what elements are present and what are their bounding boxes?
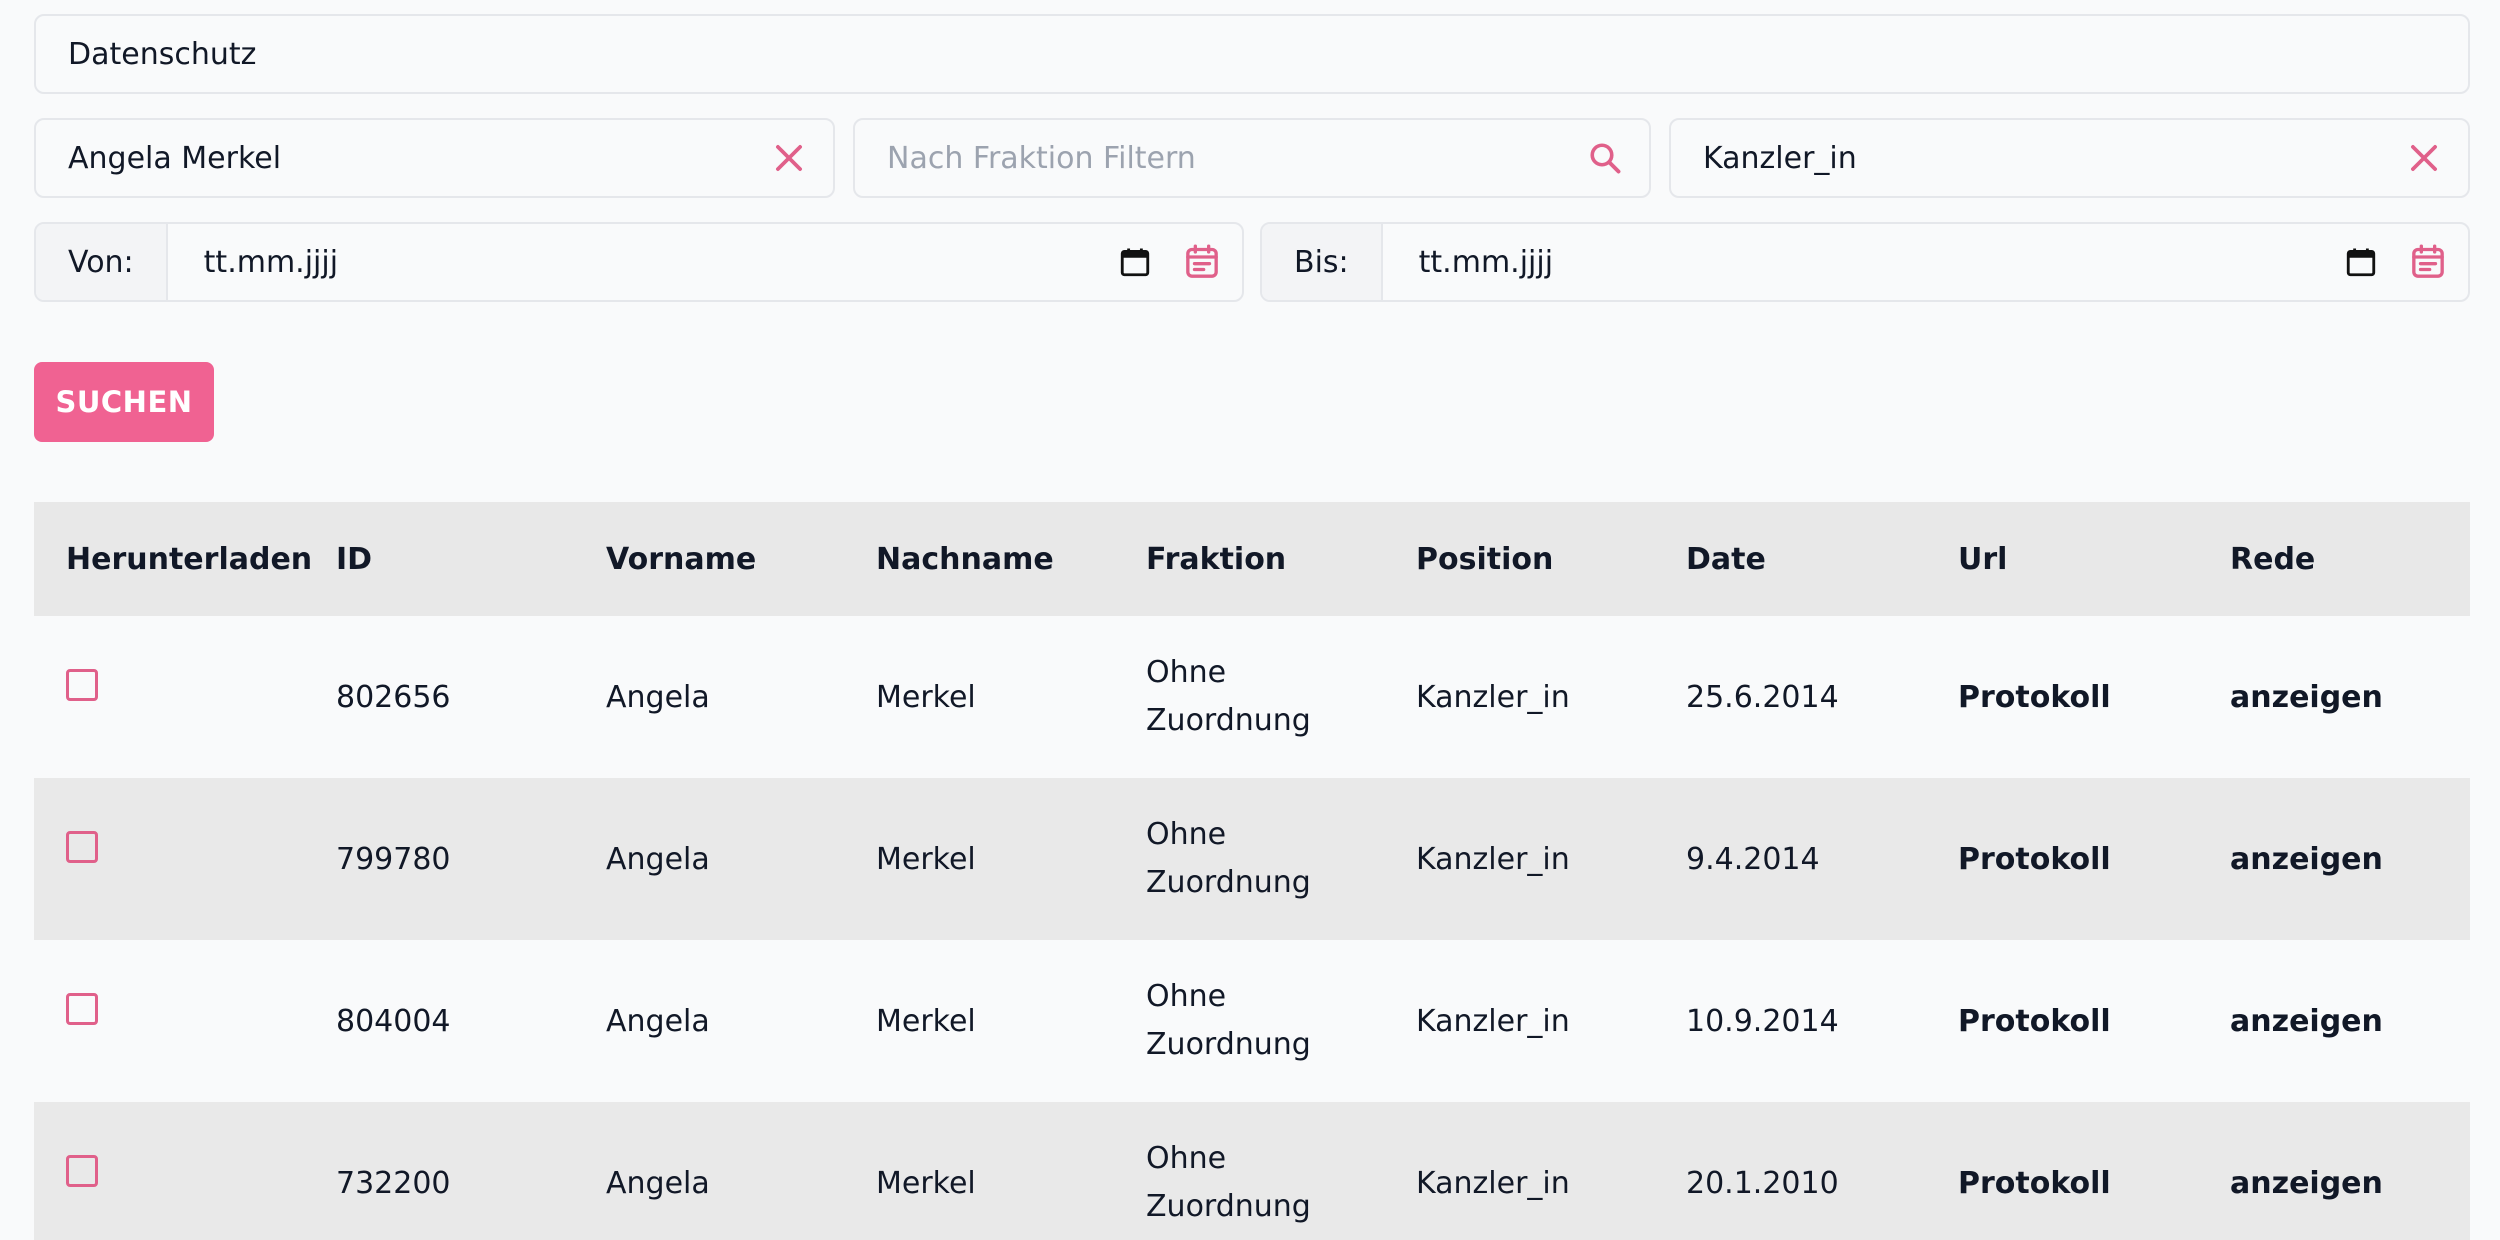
search-input-value: Datenschutz [68,36,257,72]
fraktion-filter-placeholder: Nach Fraktion Filtern [887,140,1196,176]
fraktion-filter-input[interactable]: Nach Fraktion Filtern [853,118,1651,198]
table-row: 802656 Angela Merkel Ohne Zuordnung Kanzl… [34,616,2470,778]
header-date[interactable]: Date [1654,542,1926,577]
cell-vorname: Angela [606,1003,710,1039]
cell-nachname: Merkel [876,1165,976,1201]
table-row: 799780 Angela Merkel Ohne Zuordnung Kanzl… [34,778,2470,940]
download-checkbox[interactable] [66,1155,98,1187]
table-header: Herunterladen ID Vorname Nachname Frakti… [34,502,2470,616]
table-row: 804004 Angela Merkel Ohne Zuordnung Kanzl… [34,940,2470,1102]
cell-date: 9.4.2014 [1686,841,1820,877]
calendar-icon[interactable] [2344,224,2378,300]
protokoll-link[interactable]: Protokoll [1926,842,2198,877]
protokoll-link[interactable]: Protokoll [1926,680,2198,715]
protokoll-link[interactable]: Protokoll [1926,1166,2198,1201]
header-id[interactable]: ID [304,542,574,577]
header-rede[interactable]: Rede [2198,542,2470,577]
cell-date: 10.9.2014 [1686,1003,1839,1039]
cell-position: Kanzler_in [1416,679,1570,715]
cell-nachname: Merkel [876,1003,976,1039]
rede-anzeigen-link[interactable]: anzeigen [2198,1166,2470,1201]
cell-vorname: Angela [606,679,710,715]
cell-nachname: Merkel [876,679,976,715]
cell-id: 732200 [336,1165,451,1201]
header-herunterladen[interactable]: Herunterladen [34,542,312,577]
date-from-group: Von: tt.mm.jjjj [34,222,1244,302]
position-filter-value: Kanzler_in [1703,140,1857,176]
cell-position: Kanzler_in [1416,1165,1570,1201]
calendar-event-icon[interactable] [1182,224,1222,300]
person-filter-input[interactable]: Angela Merkel [34,118,835,198]
rede-anzeigen-link[interactable]: anzeigen [2198,1004,2470,1039]
search-icon[interactable] [1583,136,1627,180]
cell-vorname: Angela [606,1165,710,1201]
cell-id: 802656 [336,679,451,715]
date-from-input[interactable]: tt.mm.jjjj [167,224,1118,300]
date-to-label: Bis: [1262,224,1383,300]
download-checkbox[interactable] [66,993,98,1025]
search-input[interactable]: Datenschutz [34,14,2470,94]
calendar-icon[interactable] [1118,224,1152,300]
position-filter-input[interactable]: Kanzler_in [1669,118,2470,198]
cell-fraktion: Ohne Zuordnung [1146,1141,1311,1224]
person-filter-value: Angela Merkel [68,140,282,176]
cell-vorname: Angela [606,841,710,877]
cell-date: 20.1.2010 [1686,1165,1839,1201]
cell-id: 799780 [336,841,451,877]
header-nachname[interactable]: Nachname [844,542,1114,577]
download-checkbox[interactable] [66,831,98,863]
header-fraktion[interactable]: Fraktion [1114,542,1384,577]
cell-fraktion: Ohne Zuordnung [1146,655,1311,738]
cell-nachname: Merkel [876,841,976,877]
cell-position: Kanzler_in [1416,841,1570,877]
search-page: Datenschutz Angela Merkel Nach Fraktion … [0,0,2500,1240]
rede-anzeigen-link[interactable]: anzeigen [2198,680,2470,715]
results-table: Herunterladen ID Vorname Nachname Frakti… [34,502,2470,1240]
cell-fraktion: Ohne Zuordnung [1146,817,1311,900]
search-button[interactable]: SUCHEN [34,362,214,442]
date-to-input[interactable]: tt.mm.jjjj [1382,224,2344,300]
cell-date: 25.6.2014 [1686,679,1839,715]
header-position[interactable]: Position [1384,542,1654,577]
cell-id: 804004 [336,1003,451,1039]
close-icon[interactable] [2402,136,2446,180]
rede-anzeigen-link[interactable]: anzeigen [2198,842,2470,877]
cell-fraktion: Ohne Zuordnung [1146,979,1311,1062]
close-icon[interactable] [767,136,811,180]
calendar-event-icon[interactable] [2408,224,2448,300]
table-row: 732200 Angela Merkel Ohne Zuordnung Kanzl… [34,1102,2470,1240]
cell-position: Kanzler_in [1416,1003,1570,1039]
header-vorname[interactable]: Vorname [574,542,844,577]
protokoll-link[interactable]: Protokoll [1926,1004,2198,1039]
date-to-group: Bis: tt.mm.jjjj [1260,222,2470,302]
header-url[interactable]: Url [1926,542,2198,577]
download-checkbox[interactable] [66,669,98,701]
date-from-label: Von: [36,224,168,300]
